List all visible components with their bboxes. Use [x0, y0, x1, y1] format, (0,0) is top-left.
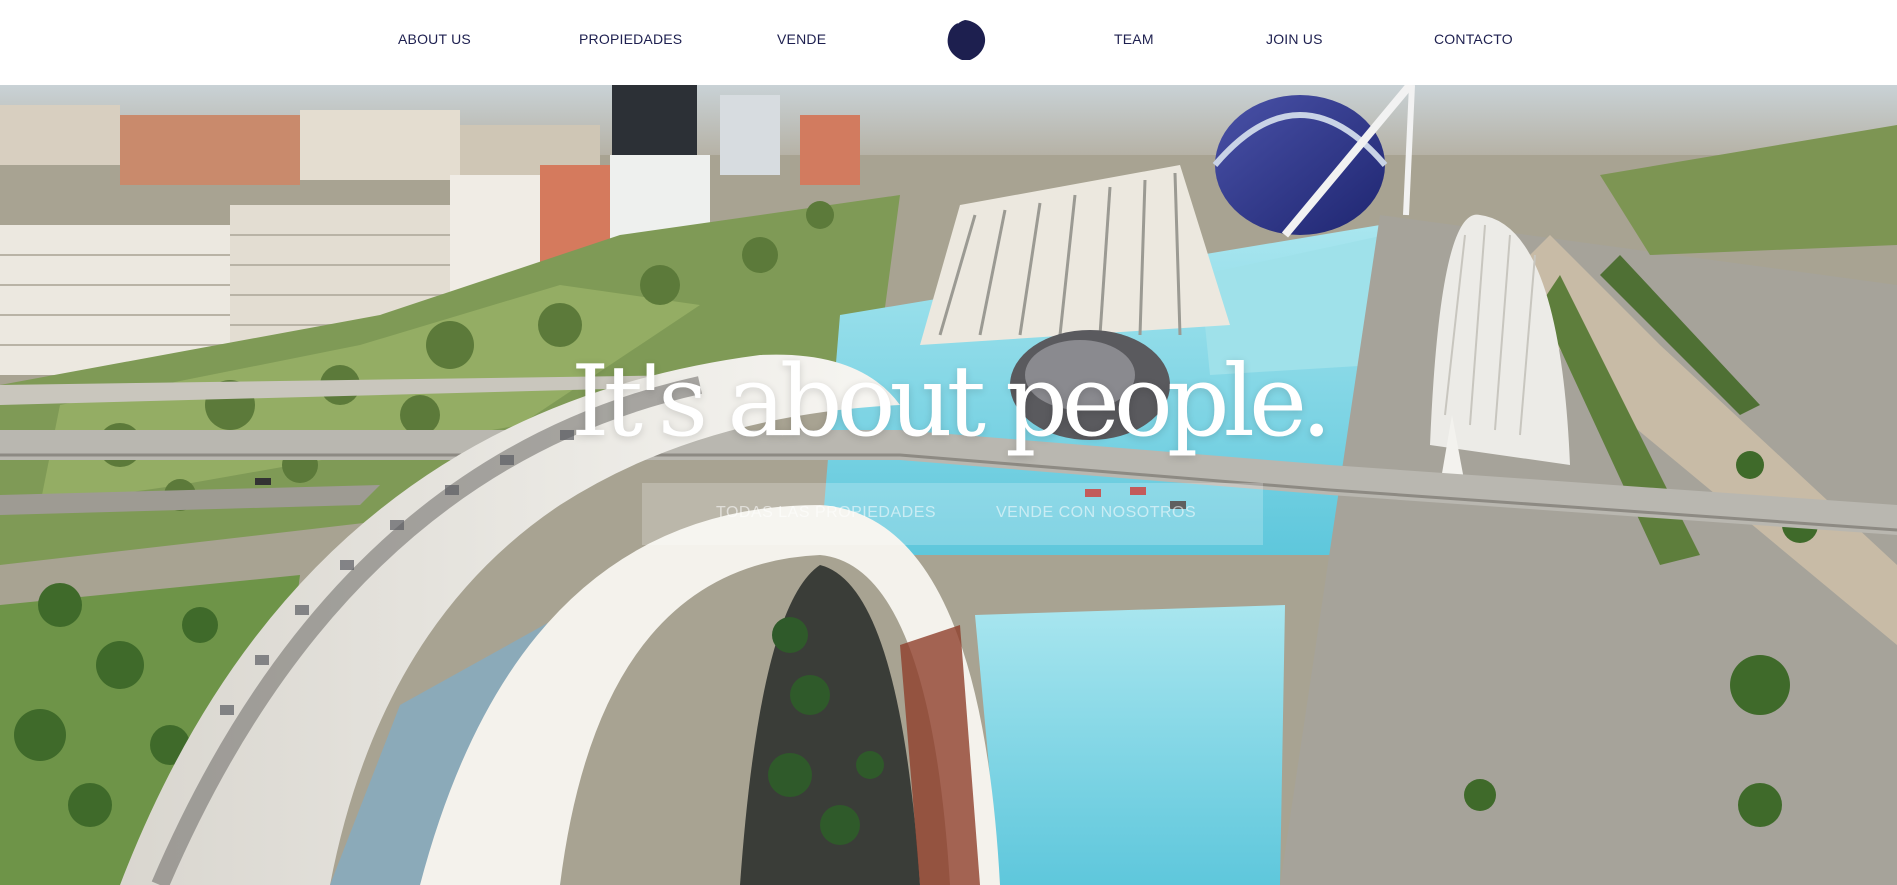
hero-cta-bar: TODAS LAS PROPIEDADES VENDE CON NOSOTROS	[642, 483, 1263, 545]
nav-join-us[interactable]: JOIN US	[1266, 31, 1323, 47]
nav-contacto[interactable]: CONTACTO	[1434, 31, 1513, 47]
nav-vende[interactable]: VENDE	[777, 31, 826, 47]
nav-team[interactable]: TEAM	[1114, 31, 1154, 47]
lion-head-logo-icon[interactable]	[942, 18, 988, 62]
top-navigation: ABOUT US PROPIEDADES VENDE TEAM JOIN US …	[0, 0, 1897, 85]
all-properties-button[interactable]: TODAS LAS PROPIEDADES	[716, 504, 936, 522]
sell-with-us-button[interactable]: VENDE CON NOSOTROS	[996, 504, 1196, 522]
hero-headline: It's about people.	[570, 345, 1332, 459]
hero-section: It's about people. TODAS LAS PROPIEDADES…	[0, 85, 1897, 885]
nav-propiedades[interactable]: PROPIEDADES	[579, 31, 682, 47]
nav-about-us[interactable]: ABOUT US	[398, 31, 471, 47]
